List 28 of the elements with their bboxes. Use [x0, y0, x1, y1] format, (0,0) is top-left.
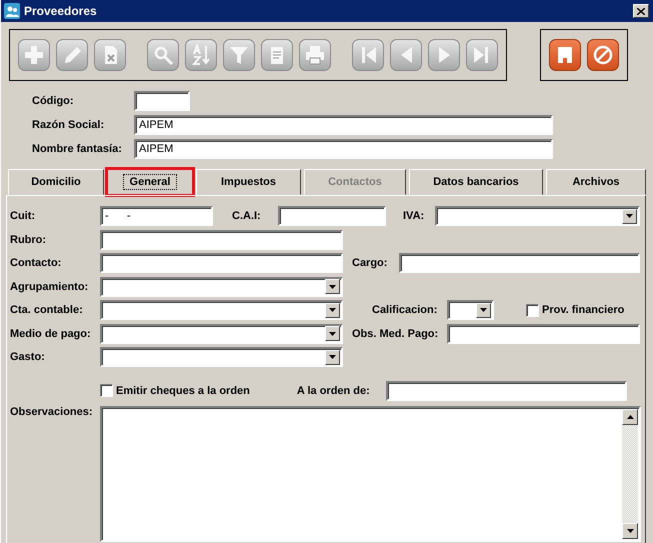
field-label: Medio de pago:: [10, 328, 92, 340]
tab[interactable]: Impuestos: [196, 169, 301, 195]
field-label: Nombre fantasía:: [32, 143, 123, 155]
field-label: Observaciones:: [10, 406, 94, 420]
tab[interactable]: Datos bancarios: [409, 169, 543, 195]
field-label: Razón Social:: [32, 119, 106, 131]
field-label: Cuit:: [10, 210, 36, 222]
field-label: Contacto:: [10, 257, 62, 269]
text-field[interactable]: AIPEM: [134, 139, 553, 159]
text-field[interactable]: - -: [100, 206, 213, 226]
field-label: Código:: [32, 95, 75, 107]
checkbox-label: Prov. financiero: [542, 304, 624, 316]
tab[interactable]: Domicilio: [8, 169, 104, 195]
tab[interactable]: Archivos: [546, 169, 646, 195]
text-field[interactable]: AIPEM: [134, 115, 553, 135]
field-label: Calificacion:: [372, 304, 438, 316]
field-label: Rubro:: [10, 234, 48, 246]
field-label: C.A.I:: [232, 210, 262, 222]
field-label: Gasto:: [10, 351, 46, 363]
field-label: Cargo:: [352, 257, 388, 269]
window-title: Proveedores: [24, 4, 98, 18]
checkbox-label: Emitir cheques a la orden: [116, 384, 250, 396]
tab[interactable]: General: [107, 169, 193, 195]
field-label: A la orden de:: [296, 384, 371, 396]
field-label: Cta. contable:: [10, 304, 84, 316]
field-label: Obs. Med. Pago:: [352, 328, 440, 340]
field-label: Agrupamiento:: [10, 280, 90, 292]
field-label: IVA:: [403, 210, 426, 222]
